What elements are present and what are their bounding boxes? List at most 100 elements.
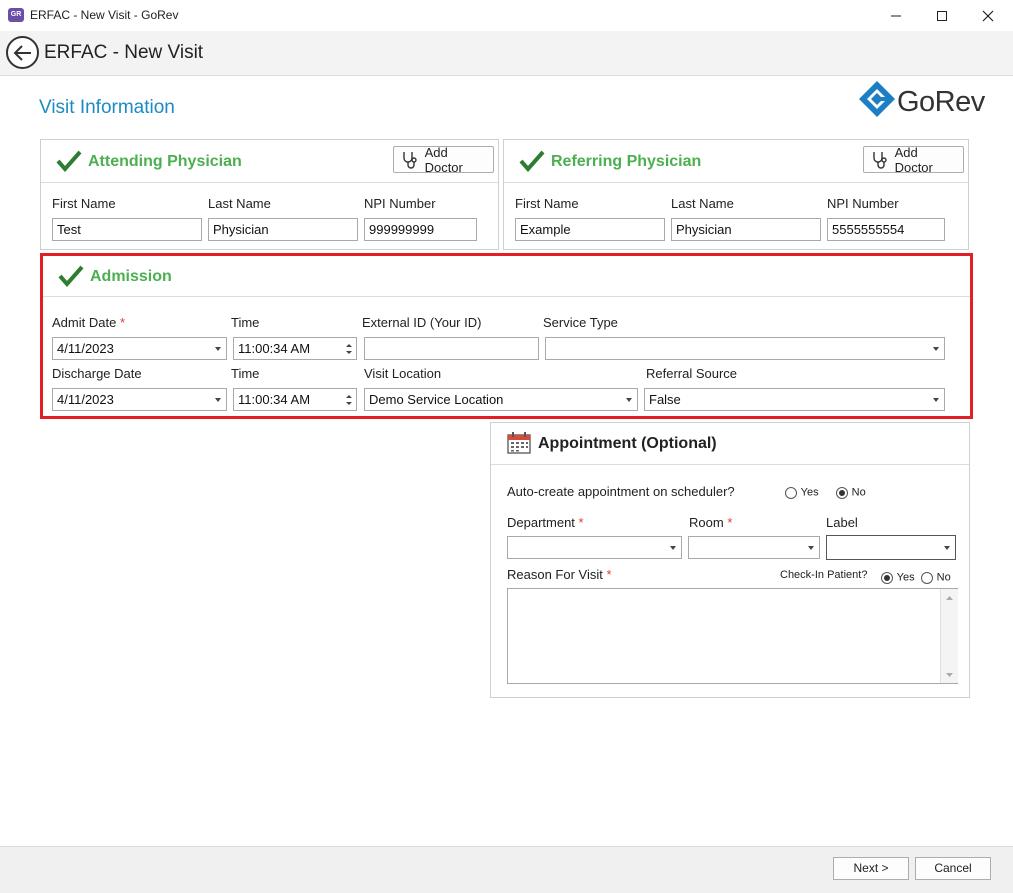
add-doctor-label: Add Doctor: [894, 144, 933, 175]
npi-label: NPI Number: [827, 196, 899, 211]
discharge-date-value: 4/11/2023: [57, 392, 114, 407]
maximize-icon: [937, 10, 947, 21]
reason-label: Reason For Visit *: [507, 567, 612, 582]
logo-mark-icon: [859, 81, 895, 117]
external-id-label: External ID (Your ID): [362, 315, 482, 330]
room-label: Room *: [689, 515, 733, 530]
attending-physician-title: Attending Physician: [88, 153, 242, 170]
chevron-down-icon: [626, 398, 632, 402]
chevron-down-icon: [944, 546, 950, 550]
service-type-label: Service Type: [543, 315, 618, 330]
admission-title: Admission: [90, 268, 172, 285]
required-mark: *: [119, 315, 125, 330]
referral-source-select[interactable]: False: [644, 388, 945, 411]
visit-location-select[interactable]: Demo Service Location: [364, 388, 638, 411]
gorev-logo: [858, 80, 896, 121]
label-label: Label: [826, 515, 858, 530]
radio-unchecked-icon: [785, 486, 797, 499]
service-type-select[interactable]: [545, 337, 945, 360]
back-button[interactable]: [6, 36, 39, 69]
reason-textarea[interactable]: [507, 588, 958, 684]
header-title: ERFAC - New Visit: [44, 42, 204, 63]
label-select[interactable]: [826, 535, 956, 560]
calendar-icon: [507, 432, 531, 454]
maximize-button[interactable]: [919, 0, 965, 31]
department-select[interactable]: [507, 536, 682, 559]
spinner-arrows-icon: [346, 395, 352, 405]
stethoscope-icon: [403, 151, 417, 169]
close-button[interactable]: [965, 0, 1011, 31]
checkin-yes-radio[interactable]: Yes: [881, 569, 915, 584]
first-name-label: First Name: [515, 196, 579, 211]
external-id-field[interactable]: [364, 337, 539, 360]
check-icon: [58, 265, 84, 287]
appointment-divider: [491, 464, 969, 465]
appointment-title: Appointment (Optional): [538, 435, 717, 452]
referral-source-value: False: [649, 392, 681, 407]
radio-label: Yes: [896, 571, 915, 584]
add-doctor-label: Add Doctor: [424, 144, 463, 175]
cancel-button[interactable]: Cancel: [915, 857, 991, 880]
attending-last-name-field[interactable]: Physician: [208, 218, 358, 241]
admit-date-value: 4/11/2023: [57, 341, 114, 356]
discharge-time-label: Time: [231, 366, 260, 381]
auto-create-label: Auto-create appointment on scheduler?: [507, 484, 735, 499]
discharge-date-picker[interactable]: 4/11/2023: [52, 388, 227, 411]
stethoscope-icon: [873, 151, 887, 169]
logo-text: GoRev: [897, 86, 985, 118]
checkin-label: Check-In Patient?: [780, 569, 868, 581]
scroll-arrows-icon: [946, 596, 953, 677]
room-select[interactable]: [688, 536, 820, 559]
referring-add-doctor-button[interactable]: Add Doctor: [863, 144, 964, 175]
arrow-left-icon: [13, 44, 31, 61]
referral-source-label: Referral Source: [646, 366, 738, 381]
visit-location-label: Visit Location: [364, 366, 442, 381]
discharge-time-value: 11:00:34 AM: [238, 392, 311, 407]
chevron-down-icon: [215, 347, 221, 351]
admit-time-label: Time: [231, 315, 260, 330]
referring-physician-title: Referring Physician: [551, 153, 702, 170]
spinner-arrows-icon: [346, 344, 352, 354]
admit-date-picker[interactable]: 4/11/2023: [52, 337, 227, 360]
attending-first-name-field[interactable]: Test: [52, 218, 202, 241]
admit-time-spinner[interactable]: 11:00:34 AM: [233, 337, 357, 360]
radio-label: Yes: [800, 486, 819, 499]
next-button[interactable]: Next >: [833, 857, 909, 880]
checkin-no-radio[interactable]: No: [921, 569, 951, 584]
npi-label: NPI Number: [364, 196, 436, 211]
attending-npi-field[interactable]: 999999999: [364, 218, 477, 241]
referring-npi-field[interactable]: 5555555554: [827, 218, 945, 241]
auto-create-no-radio[interactable]: No: [836, 484, 866, 499]
check-icon: [519, 150, 545, 172]
chevron-down-icon: [808, 546, 814, 550]
auto-create-yes-radio[interactable]: Yes: [785, 484, 819, 499]
last-name-label: Last Name: [208, 196, 271, 211]
visit-location-value: Demo Service Location: [369, 392, 504, 407]
referring-last-name-field[interactable]: Physician: [671, 218, 821, 241]
radio-unchecked-icon: [921, 571, 933, 584]
app-icon: GR: [8, 8, 24, 22]
minimize-button[interactable]: [873, 0, 919, 31]
chevron-down-icon: [670, 546, 676, 550]
referring-first-name-field[interactable]: Example: [515, 218, 665, 241]
radio-label: No: [936, 571, 951, 584]
required-mark: *: [606, 567, 612, 582]
discharge-time-spinner[interactable]: 11:00:34 AM: [233, 388, 357, 411]
chevron-down-icon: [933, 347, 939, 351]
first-name-label: First Name: [52, 196, 116, 211]
check-icon: [56, 150, 82, 172]
minimize-icon: [891, 15, 901, 16]
attending-add-doctor-button[interactable]: Add Doctor: [393, 144, 494, 175]
admit-date-label: Admit Date *: [52, 315, 125, 330]
discharge-date-label: Discharge Date: [52, 366, 142, 381]
chevron-down-icon: [215, 398, 221, 402]
last-name-label: Last Name: [671, 196, 734, 211]
required-mark: *: [727, 515, 733, 530]
radio-checked-icon: [836, 486, 848, 499]
required-mark: *: [578, 515, 584, 530]
admit-time-value: 11:00:34 AM: [238, 341, 311, 356]
reason-scrollbar[interactable]: [940, 589, 958, 683]
radio-checked-icon: [881, 571, 893, 584]
chevron-down-icon: [933, 398, 939, 402]
page-title: Visit Information: [39, 97, 175, 118]
